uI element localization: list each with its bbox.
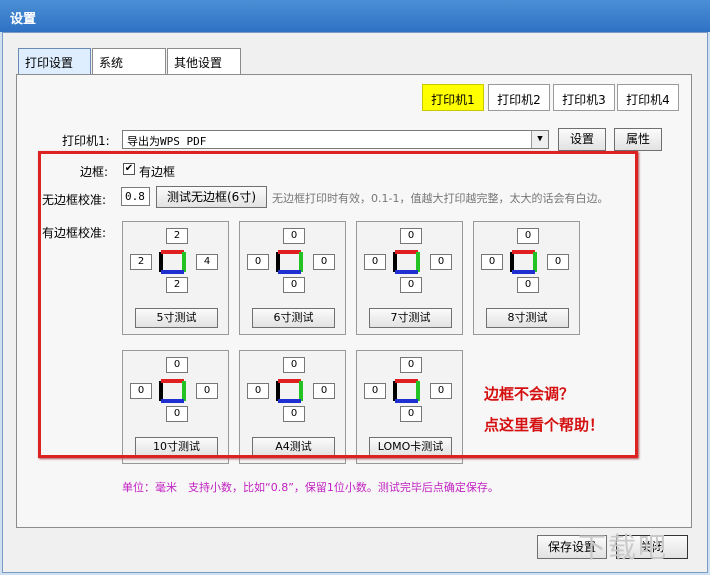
printer-properties-button[interactable]: 属性 <box>614 128 662 151</box>
watermark-logo: 下载吧 <box>578 531 669 564</box>
printer-settings-button[interactable]: 设置 <box>558 128 606 151</box>
highlight-box <box>38 151 638 458</box>
printer-label: 打印机1: <box>62 134 110 148</box>
title-bar: 设置 <box>0 0 710 32</box>
tab-other-settings[interactable]: 其他设置 <box>167 48 241 74</box>
tab-printer-1[interactable]: 打印机1 <box>422 84 484 111</box>
tab-system[interactable]: 系统 <box>92 48 166 74</box>
chevron-down-icon[interactable]: ▼ <box>531 131 548 148</box>
printer-select[interactable]: 导出为WPS PDF ▼ <box>122 130 549 149</box>
tab-print-settings[interactable]: 打印设置 <box>18 48 91 74</box>
unit-note: 单位：毫米 支持小数，比如“0.8”，保留1位小数。测试完毕后点确定保存。 <box>122 481 499 494</box>
tab-printer-2[interactable]: 打印机2 <box>488 84 550 111</box>
tab-printer-3[interactable]: 打印机3 <box>553 84 615 111</box>
window-title: 设置 <box>10 12 37 27</box>
printer-select-value: 导出为WPS PDF <box>127 135 207 148</box>
tab-printer-4[interactable]: 打印机4 <box>617 84 679 111</box>
